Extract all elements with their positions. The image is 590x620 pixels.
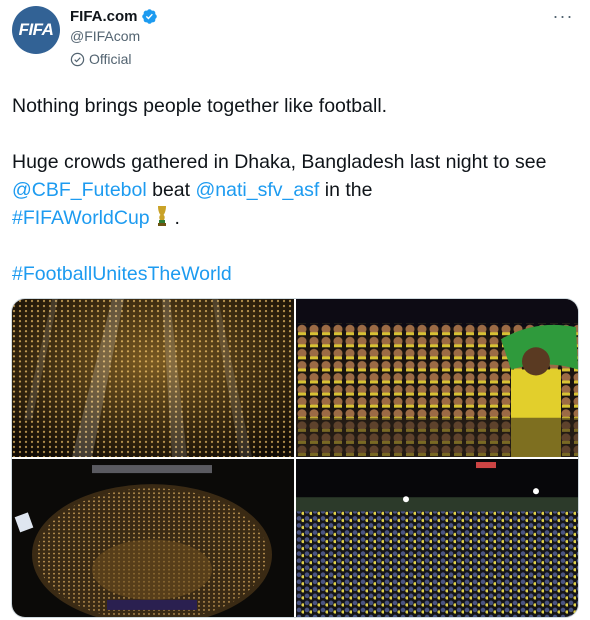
tweet-line-2: Huge crowds gathered in Dhaka, Banglades…	[12, 148, 582, 232]
mention-nati[interactable]: @nati_sfv_asf	[195, 179, 319, 201]
outdoor-crowd-image	[296, 459, 578, 617]
name-row: FIFA.com	[70, 8, 158, 25]
more-options-icon[interactable]: ···	[548, 6, 578, 26]
official-label: Official	[70, 51, 132, 67]
official-text: Official	[89, 51, 132, 67]
fans-celebrating-image	[296, 299, 578, 457]
media-image-1[interactable]	[12, 299, 294, 457]
tweet-line-2-prefix: Huge crowds gathered in Dhaka, Banglades…	[12, 151, 547, 173]
media-image-2[interactable]	[296, 299, 578, 457]
stadium-aerial-image	[12, 459, 294, 617]
display-name[interactable]: FIFA.com	[70, 8, 138, 25]
tweet-text: Nothing brings people together like foot…	[12, 92, 582, 288]
avatar[interactable]: FIFA	[12, 6, 60, 54]
hashtag-footballunites[interactable]: #FootballUnitesTheWorld	[12, 260, 582, 288]
media-image-4[interactable]	[296, 459, 578, 617]
hashtag-fifaworldcup[interactable]: #FIFAWorldCup	[12, 207, 150, 229]
trophy-icon	[158, 206, 167, 226]
tweet-line-1: Nothing brings people together like foot…	[12, 95, 388, 117]
handle[interactable]: @FIFAcom	[70, 28, 140, 44]
tweet-header: FIFA FIFA.com @FIFAcom Official ···	[12, 6, 578, 68]
text-period: .	[169, 207, 180, 229]
media-grid	[11, 298, 579, 618]
text-in-the: in the	[319, 179, 373, 201]
media-image-3[interactable]	[12, 459, 294, 617]
official-check-icon	[70, 52, 85, 66]
text-beat: beat	[146, 179, 196, 201]
stadium-crowd-image	[12, 299, 294, 457]
mention-cbf[interactable]: @CBF_Futebol	[12, 179, 147, 201]
verified-badge-icon	[141, 9, 157, 24]
